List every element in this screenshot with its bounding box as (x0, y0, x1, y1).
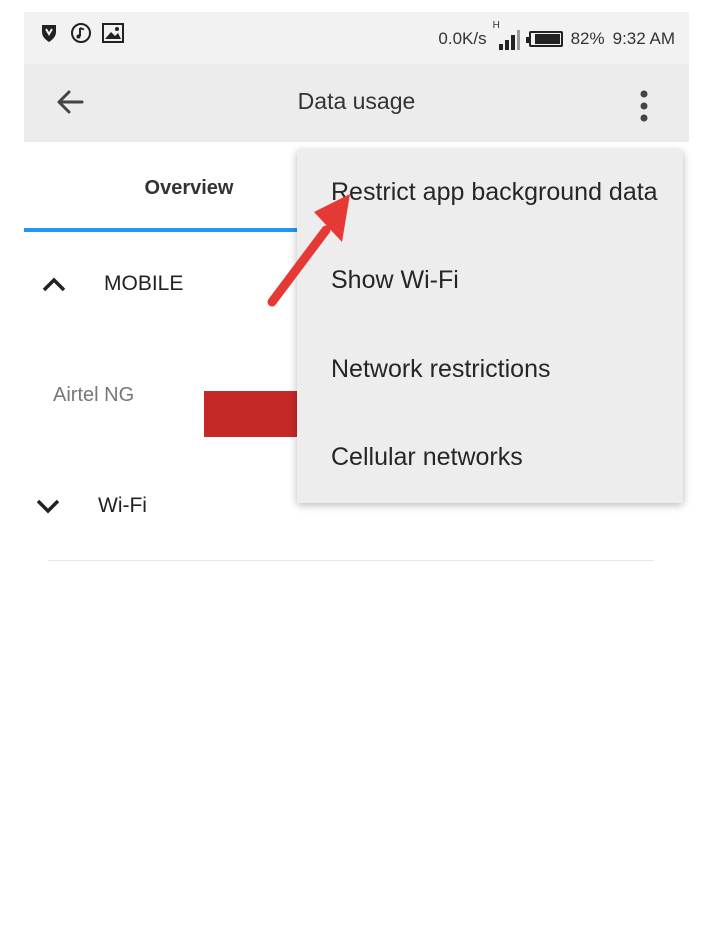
signal-icon: H (493, 20, 521, 50)
chevron-down-icon (30, 488, 66, 524)
battery-percent: 82% (570, 29, 605, 48)
music-note-icon (70, 22, 92, 44)
app-bar: Data usage (24, 64, 689, 142)
clock: 9:32 AM (612, 29, 675, 48)
menu-item-network-restrictions[interactable]: Network restrictions (331, 355, 551, 384)
chevron-up-icon (36, 266, 72, 302)
image-icon (102, 22, 124, 44)
divider (48, 560, 654, 561)
more-options-button[interactable] (629, 84, 659, 128)
menu-item-cellular-networks[interactable]: Cellular networks (331, 443, 523, 472)
status-icons-right: 0.0K/s H 82% 9:32 AM (438, 20, 675, 50)
phone-screen: 0.0K/s H 82% 9:32 AM Data usage Overview (24, 0, 689, 952)
network-name: Airtel NG (53, 384, 135, 406)
status-bar: 0.0K/s H 82% 9:32 AM (24, 12, 689, 64)
more-vertical-icon (640, 90, 648, 122)
shield-icon (38, 22, 60, 44)
battery-fill (535, 34, 560, 44)
page-title: Data usage (297, 88, 416, 114)
section-wifi-label: Wi-Fi (98, 494, 147, 517)
battery-icon (525, 31, 563, 47)
status-icons-left (38, 22, 124, 44)
network-speed: 0.0K/s (438, 29, 487, 48)
annotation-arrow (267, 194, 350, 307)
menu-item-restrict-background-data[interactable]: Restrict app background data (331, 178, 658, 207)
section-mobile-label: MOBILE (104, 272, 184, 295)
